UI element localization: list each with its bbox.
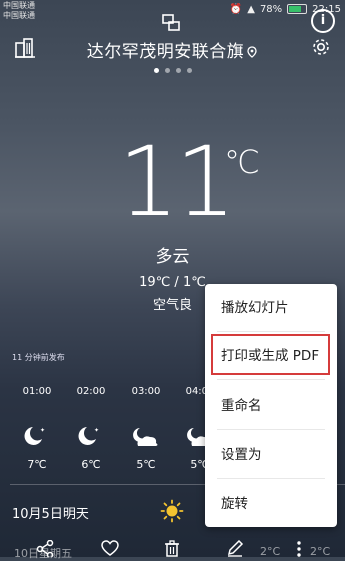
city-manage-icon[interactable] — [14, 37, 36, 59]
hour-temp: 5℃ — [136, 458, 156, 471]
hour-time: 01:00 — [22, 386, 52, 397]
highlight-box — [211, 334, 330, 375]
peek-temp-label-2: 2°C — [310, 545, 331, 558]
favorite-heart-icon[interactable] — [101, 540, 119, 557]
hour-item: 02:00 ✦ 6℃ — [64, 386, 118, 471]
moon-cloud-icon — [133, 428, 158, 446]
hour-temp: 7℃ — [27, 458, 47, 471]
hour-item: 01:00 ✦ 7℃ — [10, 386, 64, 471]
daily-row-label[interactable]: 10月5日明天 — [12, 503, 89, 522]
sun-icon — [160, 499, 184, 523]
page-dot — [175, 68, 181, 73]
hour-temp: 6℃ — [81, 458, 101, 471]
current-condition: 多云 — [155, 247, 190, 267]
edit-pencil-icon[interactable] — [226, 540, 244, 557]
signal-icon: ▲ — [247, 3, 255, 15]
info-icon: i — [320, 13, 326, 28]
menu-item-set-as[interactable]: 设置为 — [205, 431, 337, 479]
settings-gear-icon[interactable] — [311, 37, 331, 57]
temperature-unit: ℃ — [224, 143, 260, 181]
svg-text:✦: ✦ — [40, 427, 45, 434]
switch-city-icon[interactable] — [161, 13, 181, 33]
menu-item-rename[interactable]: 重命名 — [205, 382, 337, 430]
carrier-label-1: 中国联通 — [3, 1, 35, 10]
alarm-icon: ⏰ — [229, 3, 243, 15]
location-title[interactable]: 达尔罕茂明安联合旗 — [60, 37, 285, 62]
page-dot — [186, 68, 192, 73]
more-options-icon[interactable] — [290, 540, 308, 557]
overflow-menu: 播放幻灯片 打印或生成 PDF 重命名 设置为 旋转 — [205, 284, 337, 527]
battery-percent: 78% — [259, 3, 283, 15]
peek-temp-label: 2°C — [260, 545, 281, 558]
moon-cloud-icon: ✦ — [78, 427, 99, 445]
menu-item-slideshow[interactable]: 播放幻灯片 — [205, 284, 337, 332]
moon-cloud-icon: ✦ — [24, 427, 45, 445]
current-temperature: 11 — [118, 126, 236, 238]
hour-item: 03:00 5℃ — [119, 386, 173, 471]
share-icon[interactable] — [36, 540, 54, 557]
page-indicator — [0, 68, 345, 73]
delete-trash-icon[interactable] — [163, 540, 181, 557]
menu-item-rotate[interactable]: 旋转 — [205, 480, 337, 528]
battery-icon — [287, 4, 308, 14]
page-dot-active — [153, 68, 159, 73]
location-pin-icon — [247, 46, 257, 58]
hour-time: 02:00 — [76, 386, 106, 397]
carrier-label-2: 中国联通 — [3, 11, 35, 20]
svg-text:✦: ✦ — [94, 427, 99, 434]
hour-time: 03:00 — [131, 386, 161, 397]
location-name: 达尔罕茂明安联合旗 — [86, 42, 245, 62]
info-button[interactable]: i — [311, 9, 335, 33]
page-dot — [164, 68, 170, 73]
published-time: 11 分钟前发布 — [12, 353, 65, 362]
